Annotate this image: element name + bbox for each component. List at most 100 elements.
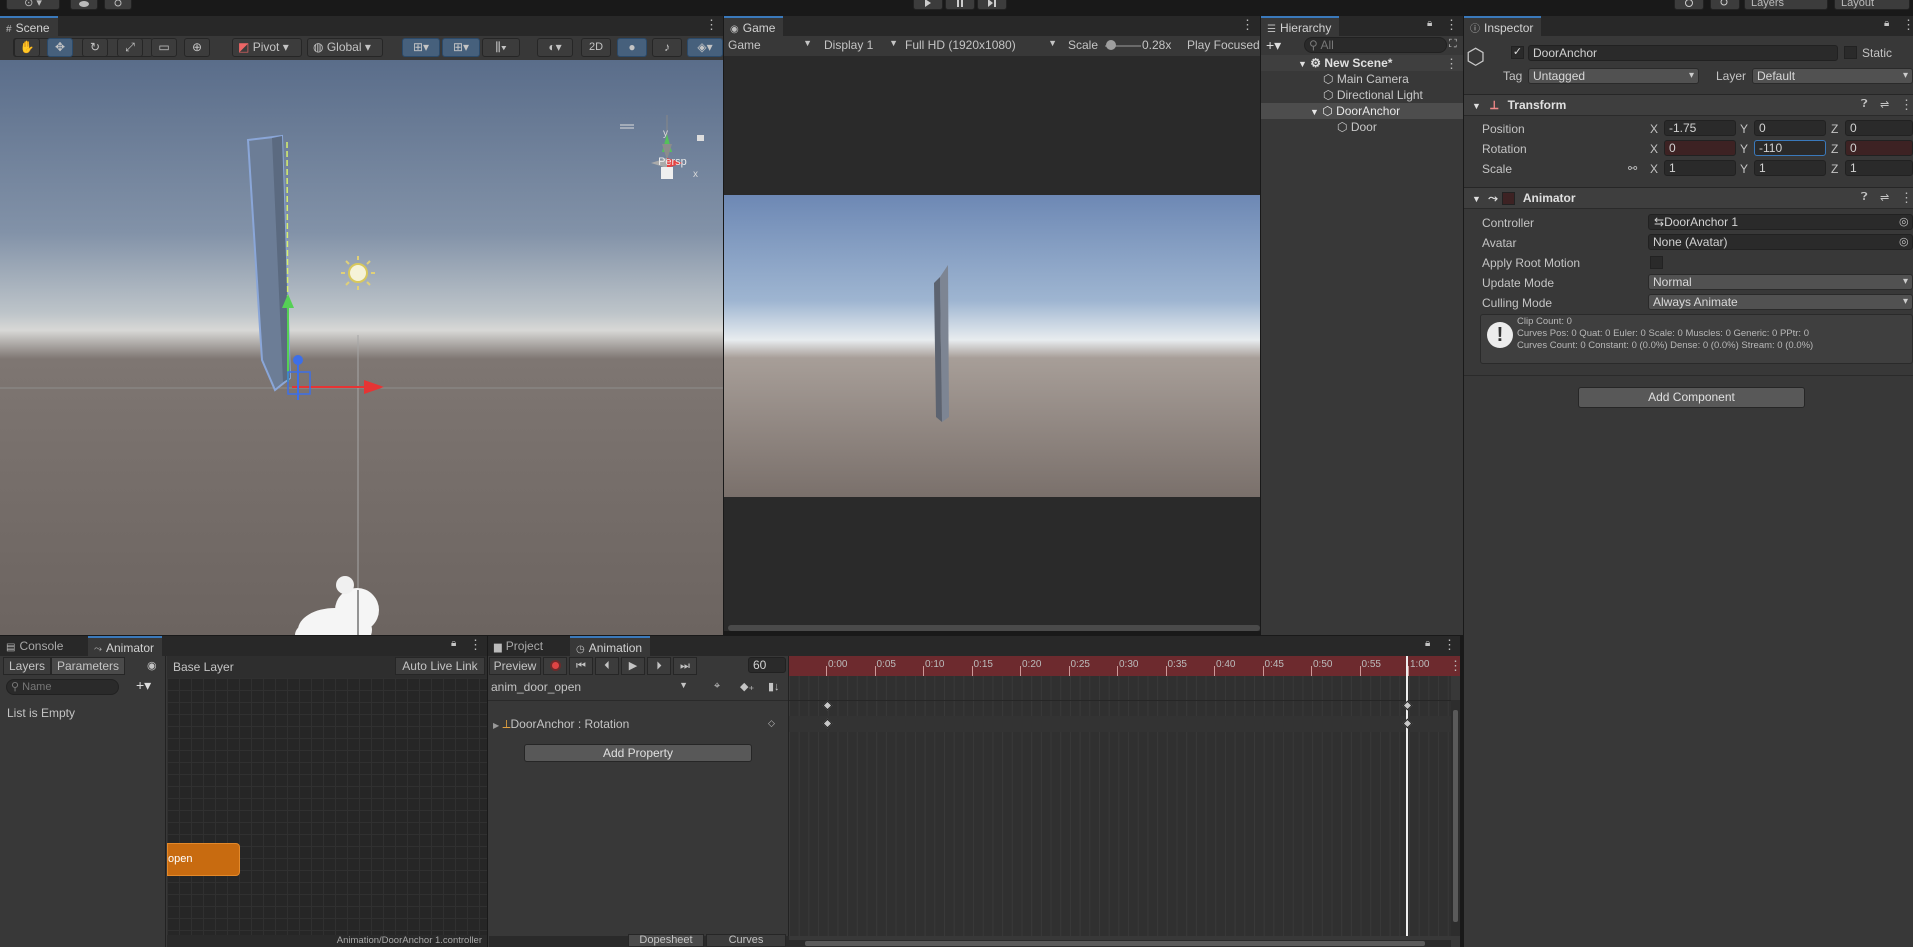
rotation-y-field[interactable]: -110 [1754,140,1826,156]
dopesheet-area[interactable] [789,676,1451,936]
game-menu-icon[interactable]: ⋮ [1241,17,1254,33]
avatar-field[interactable]: None (Avatar) [1648,234,1913,250]
sun-light-icon[interactable] [348,263,368,283]
controller-field[interactable]: ⇆DoorAnchor 1 [1648,214,1913,230]
global-dropdown[interactable]: ◍ Global ▾ [307,38,383,57]
position-x-field[interactable]: -1.75 [1664,120,1736,136]
tab-project[interactable]: ▆ Project [488,636,552,656]
hierarchy-item-door[interactable]: ⬡ Door [1337,119,1377,135]
animator-graph[interactable] [167,678,487,935]
camera-gizmo[interactable] [295,576,379,635]
active-checkbox[interactable]: ✓ [1511,46,1524,59]
filter-selection-icon[interactable]: ⌖ [714,680,720,693]
animator-help-icon[interactable]: ❓︎ [1861,191,1868,204]
parameter-search-input[interactable]: ⚲ Name [6,679,119,695]
parameters-tab[interactable]: Parameters [51,657,125,675]
audio-toggle[interactable]: ♪ [652,38,682,57]
transform-menu-icon[interactable]: ⋮ [1900,97,1913,113]
layer-dropdown[interactable]: Default [1752,68,1913,84]
constrain-proportions-icon[interactable]: ⚯ [1628,162,1637,175]
tab-animator[interactable]: ⤳ Animator [88,636,163,656]
rotation-y-axis[interactable]: Y [1740,142,1748,156]
clip-dropdown[interactable]: anim_door_open ▼ [491,680,690,694]
rotation-x-axis[interactable]: X [1650,142,1658,156]
rotation-z-field[interactable]: 0 [1845,140,1913,156]
toggle-2d-button[interactable]: 2D [581,38,611,57]
gameobject-cube-icon[interactable]: ⬡ [1466,44,1485,70]
add-keyframe-icon[interactable]: ◆₊ [740,680,754,693]
effects-dropdown[interactable]: ◈▾ [687,38,723,57]
transform-preset-icon[interactable]: ⇌ [1880,98,1889,111]
tab-console[interactable]: ▤ Console [0,636,72,656]
cloud-button[interactable] [70,0,98,10]
scale-z-axis[interactable]: Z [1831,162,1838,176]
record-button[interactable] [543,657,567,675]
frame-field[interactable]: 60 [748,657,786,673]
add-property-button[interactable]: Add Property [524,744,752,762]
scale-x-field[interactable]: 1 [1664,160,1736,176]
rotation-z-axis[interactable]: Z [1831,142,1838,156]
tab-game[interactable]: ◉ Game [724,16,784,36]
hierarchy-filter-icon[interactable]: ⛶ [1449,38,1457,51]
play-mode-dropdown[interactable]: Play Focused [1187,38,1260,52]
avatar-picker-icon[interactable]: ◎ [1899,235,1909,248]
increment-snap-dropdown[interactable]: ⫼▾ [482,38,520,57]
scale-z-field[interactable]: 1 [1845,160,1913,176]
hierarchy-menu-icon[interactable]: ⋮ [1445,17,1458,33]
account-dropdown[interactable]: ⊙ ▾ [6,0,60,10]
scene-row-menu-icon[interactable]: ⋮ [1445,56,1458,72]
game-render[interactable] [724,195,1260,497]
pivot-dropdown[interactable]: ◩ Pivot ▾ [232,38,302,57]
position-x-axis[interactable]: X [1650,122,1658,136]
base-layer-breadcrumb[interactable]: Base Layer [173,660,234,674]
animator-enabled-checkbox[interactable] [1501,192,1515,206]
hierarchy-lock-icon[interactable]: 🔒︎ [1427,18,1432,29]
prev-keyframe-button[interactable]: ⏴ [595,657,619,675]
transform-help-icon[interactable]: ❓︎ [1861,98,1868,111]
first-keyframe-button[interactable]: ⏮ [569,657,593,675]
animator-preset-icon[interactable]: ⇌ [1880,191,1889,204]
collab-button[interactable] [104,0,132,10]
timeline-menu-icon[interactable]: ⋮ [1449,658,1462,674]
animator-header[interactable]: ▼ ⤳ Animator [1464,187,1913,209]
move-tool[interactable]: ✥ [47,38,73,57]
draw-mode-dropdown[interactable]: ◐▾ [537,38,573,57]
horizontal-scrollbar[interactable] [789,940,1451,947]
add-component-button[interactable]: Add Component [1578,387,1805,408]
transform-tool[interactable]: ⊕ [184,38,210,57]
projection-label[interactable]: ⁠ Persp [655,156,687,168]
auto-live-link-button[interactable]: Auto Live Link [395,657,485,675]
dopesheet-tab[interactable]: Dopesheet [628,934,704,947]
layout-dropdown[interactable]: Layout [1834,0,1910,10]
scene-name[interactable]: ▼ ⚙ New Scene* [1298,55,1392,71]
scene-menu-icon[interactable]: ⋮ [705,17,718,33]
last-keyframe-button[interactable]: ⏭ [673,657,697,675]
animation-menu-icon[interactable]: ⋮ [1443,637,1456,653]
play-animation-button[interactable]: ▶ [621,657,645,675]
resolution-dropdown[interactable]: Full HD (1920x1080) ▼ [905,38,1057,52]
tab-animation[interactable]: ◷ Animation [570,636,651,656]
play-button[interactable] [913,0,943,10]
animator-menu-icon[interactable]: ⋮ [1900,190,1913,206]
state-node-open[interactable]: open [167,843,240,876]
game-mode-dropdown[interactable]: Game ▼ [728,38,812,52]
controller-picker-icon[interactable]: ◎ [1899,215,1909,228]
static-checkbox[interactable] [1844,46,1857,59]
orientation-gizmo[interactable]: y x [651,115,698,180]
tab-inspector[interactable]: ⓘ Inspector [1464,16,1542,36]
scene-viewport[interactable]: y x ⁠ Persp [0,60,723,635]
tab-hierarchy[interactable]: ☰ Hierarchy [1261,16,1340,36]
position-z-axis[interactable]: Z [1831,122,1838,136]
display-dropdown[interactable]: Display 1 ▼ [824,38,898,52]
property-row-rotation[interactable]: ▶ ⟂DoorAnchor : Rotation [493,717,629,732]
property-keyframe-icon[interactable]: ◇ [768,718,775,729]
update-mode-dropdown[interactable]: Normal [1648,274,1913,290]
position-z-field[interactable]: 0 [1845,120,1913,136]
vertical-scrollbar[interactable] [1451,700,1460,936]
object-name-field[interactable]: DoorAnchor [1528,45,1838,61]
pause-button[interactable] [945,0,975,10]
hierarchy-search-input[interactable]: ⚲ All [1304,37,1447,53]
hand-tool[interactable]: ✋ [14,38,40,57]
tab-scene[interactable]: # Scene [0,16,58,36]
rotate-tool[interactable]: ↻ [82,38,108,57]
